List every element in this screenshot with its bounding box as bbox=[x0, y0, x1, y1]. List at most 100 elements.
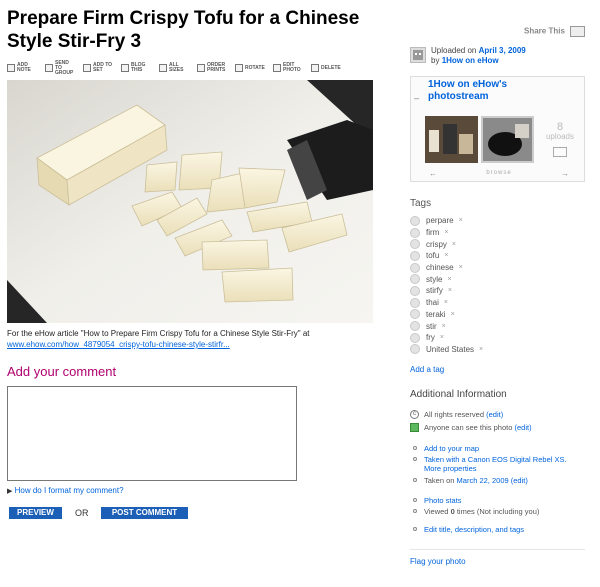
rights-text: All rights reserved bbox=[424, 410, 485, 419]
main-photo[interactable] bbox=[7, 80, 373, 323]
remove-tag-icon[interactable]: × bbox=[442, 321, 446, 332]
visibility-edit-link[interactable]: (edit) bbox=[515, 423, 532, 432]
add-comment-heading: Add your comment bbox=[7, 364, 117, 379]
tag-link[interactable]: fry bbox=[426, 332, 435, 343]
slideshow-icon[interactable] bbox=[553, 147, 567, 157]
caption-text: For the eHow article "How to Prepare Fir… bbox=[7, 329, 310, 338]
tag-link[interactable]: chinese bbox=[426, 262, 454, 273]
toolbar-label: ORDER PRINTS bbox=[207, 62, 226, 73]
tag-link[interactable]: stirfy bbox=[426, 285, 443, 296]
tag-item: thai × bbox=[410, 297, 483, 309]
uploads-count[interactable]: 8 uploads bbox=[542, 122, 578, 142]
tag-icon[interactable] bbox=[410, 274, 420, 285]
viewed-prefix: Viewed bbox=[424, 507, 449, 516]
uploaded-prefix: Uploaded on bbox=[431, 46, 477, 55]
tag-item: teraki × bbox=[410, 309, 483, 321]
next-arrow-icon[interactable]: → bbox=[561, 169, 569, 178]
remove-tag-icon[interactable]: × bbox=[459, 215, 463, 226]
remove-tag-icon[interactable]: × bbox=[451, 309, 455, 320]
toolbar-order-prints-button[interactable]: ORDER PRINTS bbox=[197, 63, 227, 73]
format-help[interactable]: ▶ How do I format my comment? bbox=[7, 486, 124, 495]
post-comment-button[interactable]: POST COMMENT bbox=[101, 507, 188, 519]
remove-tag-icon[interactable]: × bbox=[479, 344, 483, 355]
add-tag-link[interactable]: Add a tag bbox=[410, 365, 444, 374]
camera-link[interactable]: Taken with a Canon EOS Digital Rebel XS. bbox=[424, 455, 567, 464]
preview-button[interactable]: PREVIEW bbox=[9, 507, 62, 519]
tag-link[interactable]: teraki bbox=[426, 309, 446, 320]
uploaded-date-link[interactable]: April 3, 2009 bbox=[479, 46, 526, 55]
toolbar-add-to-set-button[interactable]: ADD TO SET bbox=[83, 63, 113, 73]
taken-on-edit-link[interactable]: (edit) bbox=[511, 476, 528, 485]
divider bbox=[410, 549, 585, 550]
tag-link[interactable]: perpare bbox=[426, 215, 454, 226]
tag-icon[interactable] bbox=[410, 332, 420, 343]
tag-link[interactable]: thai bbox=[426, 297, 439, 308]
tag-icon[interactable] bbox=[410, 297, 420, 308]
remove-tag-icon[interactable]: × bbox=[448, 285, 452, 296]
additional-info-heading: Additional Information bbox=[410, 389, 507, 400]
toolbar-label: ADD TO SET bbox=[93, 62, 113, 73]
remove-tag-icon[interactable]: × bbox=[459, 262, 463, 273]
toolbar-rotate-button[interactable]: ROTATE bbox=[235, 64, 265, 72]
tag-icon[interactable] bbox=[410, 227, 420, 238]
remove-tag-icon[interactable]: × bbox=[444, 227, 448, 238]
photo-description: For the eHow article "How to Prepare Fir… bbox=[7, 328, 377, 350]
tag-icon[interactable] bbox=[410, 239, 420, 250]
tag-icon[interactable] bbox=[410, 262, 420, 273]
photo-stats-link[interactable]: Photo stats bbox=[424, 496, 462, 505]
format-help-link[interactable]: How do I format my comment? bbox=[15, 486, 124, 495]
toolbar-delete-button[interactable]: DELETE bbox=[311, 64, 341, 72]
bullet-icon bbox=[413, 457, 417, 461]
tag-icon[interactable] bbox=[410, 285, 420, 296]
toolbar-edit-photo-button[interactable]: EDIT PHOTO bbox=[273, 63, 303, 73]
views-row: Viewed 0 times (Not including you) bbox=[410, 507, 539, 516]
collapse-toggle[interactable]: – bbox=[414, 93, 419, 103]
viewed-suffix: times (Not including you) bbox=[456, 507, 540, 516]
remove-tag-icon[interactable]: × bbox=[447, 274, 451, 285]
toolbar-add-note-button[interactable]: ADD NOTE bbox=[7, 63, 37, 73]
tag-icon[interactable] bbox=[410, 344, 420, 355]
toolbar-all-sizes-button[interactable]: ALL SIZES bbox=[159, 63, 189, 73]
tag-item: crispy × bbox=[410, 238, 483, 250]
remove-tag-icon[interactable]: × bbox=[452, 239, 456, 250]
share-this-button[interactable]: Share This bbox=[524, 26, 586, 37]
taken-on-date-link[interactable]: March 22, 2009 bbox=[457, 476, 509, 485]
remove-tag-icon[interactable]: × bbox=[440, 332, 444, 343]
more-properties-link[interactable]: More properties bbox=[424, 464, 477, 473]
bullet-icon bbox=[413, 478, 417, 482]
share-icon bbox=[570, 26, 586, 37]
toolbar-send-to-group-button[interactable]: SEND TO GROUP bbox=[45, 60, 75, 76]
buddy-face-icon bbox=[413, 50, 423, 60]
uploader-buddy-icon[interactable] bbox=[410, 47, 426, 63]
photostream-thumbnail[interactable] bbox=[425, 116, 478, 163]
tag-link[interactable]: stir bbox=[426, 321, 437, 332]
rights-edit-link[interactable]: (edit) bbox=[486, 410, 503, 419]
tag-item: style × bbox=[410, 273, 483, 285]
tag-icon[interactable] bbox=[410, 250, 420, 261]
flag-photo-link[interactable]: Flag your photo bbox=[410, 557, 466, 566]
toolbar-label: EDIT PHOTO bbox=[283, 62, 301, 73]
edit-meta-link[interactable]: Edit title, description, and tags bbox=[424, 525, 524, 534]
rotate-icon bbox=[235, 64, 243, 72]
remove-tag-icon[interactable]: × bbox=[444, 297, 448, 308]
photostream-title[interactable]: 1How on eHow's photostream bbox=[428, 79, 507, 103]
comment-input[interactable] bbox=[7, 386, 297, 481]
tag-icon[interactable] bbox=[410, 309, 420, 320]
current-photo-thumbnail[interactable] bbox=[481, 116, 534, 163]
tag-link[interactable]: United States bbox=[426, 344, 474, 355]
taken-on-row: Taken on March 22, 2009 (edit) bbox=[410, 476, 528, 485]
tag-icon[interactable] bbox=[410, 215, 420, 226]
tag-icon[interactable] bbox=[410, 321, 420, 332]
tag-link[interactable]: crispy bbox=[426, 239, 447, 250]
tag-link[interactable]: style bbox=[426, 274, 442, 285]
remove-tag-icon[interactable]: × bbox=[444, 250, 448, 261]
tag-item: stir × bbox=[410, 320, 483, 332]
tag-link[interactable]: tofu bbox=[426, 250, 439, 261]
caption-link[interactable]: www.ehow.com/how_4879054_crispy-tofu-chi… bbox=[7, 340, 230, 349]
add-to-map-link[interactable]: Add to your map bbox=[424, 444, 479, 453]
browse-label: browse bbox=[486, 170, 512, 176]
share-label: Share This bbox=[524, 26, 565, 36]
tag-link[interactable]: firm bbox=[426, 227, 439, 238]
toolbar-blog-this-button[interactable]: BLOG THIS bbox=[121, 63, 151, 73]
uploader-link[interactable]: 1How on eHow bbox=[442, 56, 499, 65]
